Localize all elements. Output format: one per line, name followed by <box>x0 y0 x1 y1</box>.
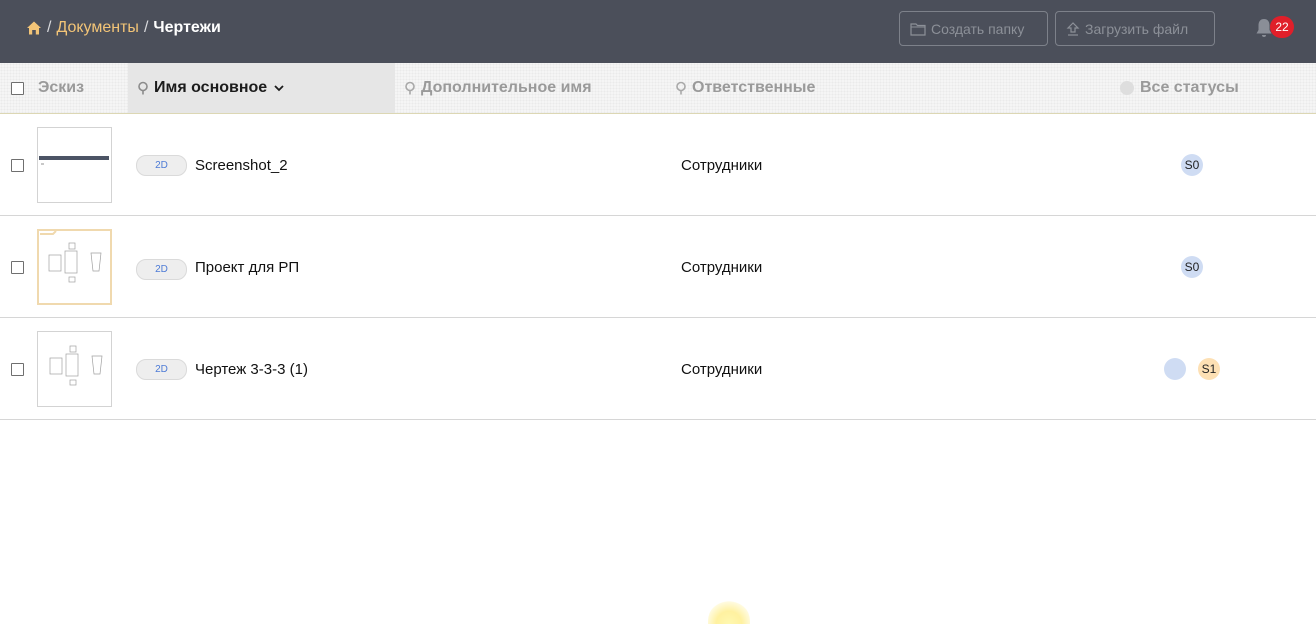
sketch-thumbnail[interactable] <box>37 331 112 407</box>
select-all-checkbox[interactable] <box>11 82 24 95</box>
column-secondary-name[interactable]: Дополнительное имя <box>404 63 664 113</box>
loading-indicator <box>708 600 750 624</box>
column-sketch: Эскиз <box>38 63 126 113</box>
row-checkbox[interactable] <box>11 261 24 274</box>
status-badge[interactable]: S1 <box>1198 358 1220 380</box>
column-responsible[interactable]: Ответственные <box>675 63 875 113</box>
chevron-down-icon[interactable] <box>273 83 285 93</box>
column-statuses-label: Все статусы <box>1140 79 1239 96</box>
column-responsible-label: Ответственные <box>692 79 816 96</box>
status-filter-icon <box>1120 81 1134 95</box>
table-row[interactable]: 2D Чертеж 3-3-3 (1) Сотрудники S1 <box>0 318 1316 420</box>
sketch-thumbnail[interactable] <box>37 229 112 305</box>
table-row[interactable]: 2D Screenshot_2 Сотрудники S0 <box>0 114 1316 216</box>
folder-icon <box>910 22 926 36</box>
type-tag: 2D <box>136 359 187 380</box>
table-header: Эскиз Имя основное Дополнительное имя От… <box>0 63 1316 114</box>
drawing-preview-icon <box>49 345 103 386</box>
sketch-thumbnail[interactable] <box>37 127 112 203</box>
row-primary-name[interactable]: Чертеж 3-3-3 (1) <box>195 361 308 378</box>
row-responsible: Сотрудники <box>681 157 763 174</box>
row-primary-name[interactable]: Проект для РП <box>195 259 299 276</box>
table-row[interactable]: 2D Проект для РП Сотрудники S0 <box>0 216 1316 318</box>
row-checkbox[interactable] <box>11 363 24 376</box>
screenshot-preview-icon <box>39 156 109 165</box>
breadcrumb-documents-link[interactable]: Документы <box>56 19 138 37</box>
row-responsible: Сотрудники <box>681 259 763 276</box>
top-bar: / Документы / Чертежи Создать папку Загр… <box>0 0 1316 63</box>
column-primary-name-label: Имя основное <box>154 79 268 96</box>
breadcrumb-current: Чертежи <box>153 19 221 36</box>
type-tag: 2D <box>136 259 187 280</box>
notifications-badge[interactable]: 22 <box>1270 16 1294 38</box>
upload-file-label: Загрузить файл <box>1085 20 1189 37</box>
create-folder-label: Создать папку <box>931 20 1025 37</box>
upload-file-button[interactable]: Загрузить файл <box>1055 11 1215 46</box>
column-sketch-label: Эскиз <box>38 79 85 96</box>
home-icon[interactable] <box>26 20 42 36</box>
breadcrumb: / Документы / Чертежи <box>26 18 221 38</box>
status-badge[interactable]: S0 <box>1181 154 1203 176</box>
breadcrumb-separator: / <box>47 19 52 36</box>
create-folder-button[interactable]: Создать папку <box>899 11 1048 46</box>
search-icon <box>405 81 415 95</box>
upload-icon <box>1066 21 1080 36</box>
type-tag: 2D <box>136 155 187 176</box>
column-statuses[interactable]: Все статусы <box>1120 63 1300 113</box>
row-responsible: Сотрудники <box>681 361 763 378</box>
status-badge[interactable]: S0 <box>1181 256 1203 278</box>
status-badge[interactable] <box>1164 358 1186 380</box>
drawing-preview-icon <box>40 231 102 283</box>
search-icon <box>138 81 148 95</box>
breadcrumb-separator: / <box>143 19 149 36</box>
row-checkbox[interactable] <box>11 159 24 172</box>
search-icon <box>676 81 686 95</box>
column-secondary-name-label: Дополнительное имя <box>421 79 592 96</box>
column-primary-name[interactable]: Имя основное <box>128 63 395 113</box>
row-primary-name[interactable]: Screenshot_2 <box>195 157 288 174</box>
